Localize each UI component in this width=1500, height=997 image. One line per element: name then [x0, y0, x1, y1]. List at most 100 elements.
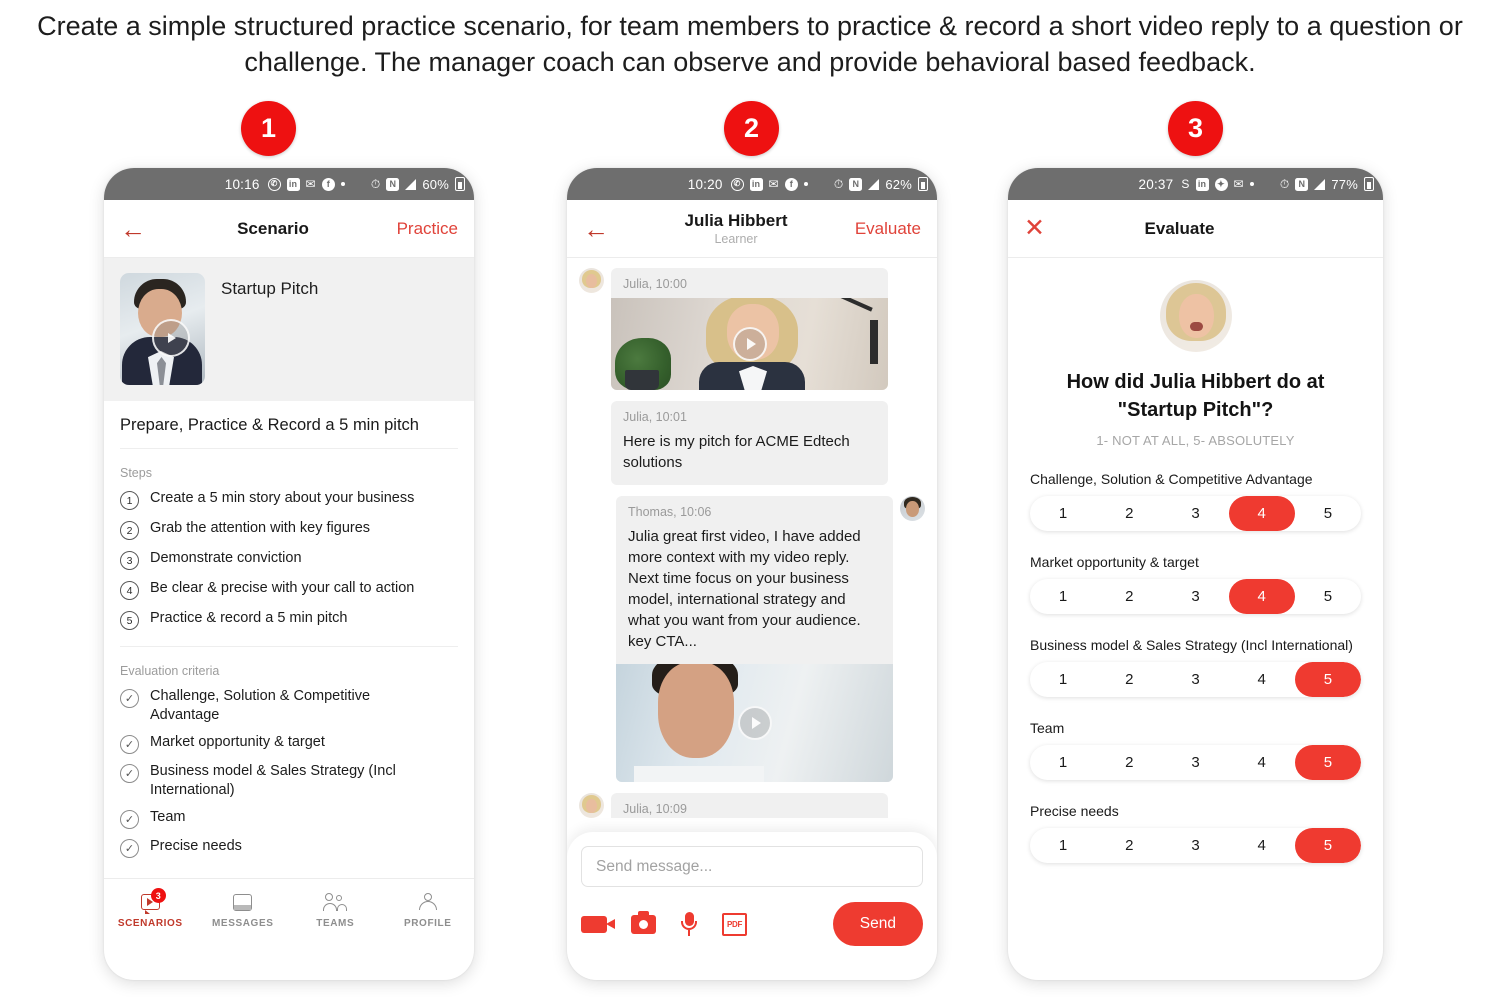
- rating-option-1[interactable]: 1: [1030, 662, 1096, 697]
- nfc-icon: N: [386, 177, 400, 191]
- play-icon[interactable]: [152, 319, 190, 357]
- rating-scale[interactable]: 1 2 3 4 5: [1030, 745, 1361, 780]
- play-icon[interactable]: [737, 706, 772, 740]
- criterion-text: Challenge, Solution & Competitive Advant…: [150, 688, 371, 723]
- practice-button[interactable]: Practice: [374, 219, 458, 239]
- back-button[interactable]: ←: [583, 216, 635, 242]
- avatar: [1159, 280, 1232, 352]
- rating-option-1[interactable]: 1: [1030, 496, 1096, 531]
- send-button[interactable]: Send: [832, 902, 923, 946]
- facebook-icon: f: [321, 177, 335, 191]
- evaluate-form: How did Julia Hibbert do at "Startup Pit…: [1008, 258, 1383, 863]
- criterion-text: Market opportunity & target: [150, 734, 325, 750]
- message-input[interactable]: [581, 846, 923, 887]
- tab-teams[interactable]: TEAMS: [289, 890, 382, 929]
- rating-scale[interactable]: 1 2 3 4 5: [1030, 662, 1361, 697]
- rating-option-1[interactable]: 1: [1030, 745, 1096, 780]
- scale-hint: 1- NOT AT ALL, 5- ABSOLUTELY: [1096, 433, 1295, 448]
- rating-option-3[interactable]: 3: [1162, 745, 1228, 780]
- step-text: Be clear & precise with your call to act…: [150, 580, 415, 596]
- video-icon[interactable]: [581, 915, 615, 933]
- rating-scale[interactable]: 1 2 3 4 5: [1030, 828, 1361, 863]
- chat-thread[interactable]: Julia, 10:00 Julia, 10:01 Here is my pit…: [567, 258, 937, 818]
- step-number: 3: [120, 551, 139, 570]
- rating-option-4[interactable]: 4: [1228, 579, 1295, 614]
- play-icon[interactable]: [732, 327, 767, 361]
- list-item: ✓ Team: [120, 808, 458, 829]
- video-thumbnail[interactable]: [616, 664, 893, 782]
- step-text: Practice & record a 5 min pitch: [150, 610, 348, 626]
- check-icon: ✓: [120, 735, 139, 754]
- message-bubble[interactable]: Julia, 10:09: [611, 793, 888, 818]
- rating-option-4[interactable]: 4: [1229, 662, 1295, 697]
- rating-option-3[interactable]: 3: [1162, 828, 1228, 863]
- pdf-icon[interactable]: PDF: [722, 912, 747, 936]
- list-item: ✓ Market opportunity & target: [120, 733, 458, 754]
- navbar-scenario: ← Scenario Practice: [104, 200, 474, 258]
- rating-option-4[interactable]: 4: [1228, 496, 1295, 531]
- messages-icon: [233, 893, 253, 911]
- video-thumbnail[interactable]: [611, 298, 888, 390]
- battery-icon: [1364, 177, 1374, 191]
- rating-option-5[interactable]: 5: [1295, 579, 1361, 614]
- tab-scenarios[interactable]: 3 SCENARIOS: [104, 888, 197, 929]
- rating-option-4[interactable]: 4: [1229, 745, 1295, 780]
- rating-option-2[interactable]: 2: [1096, 745, 1162, 780]
- tab-messages[interactable]: MESSAGES: [197, 890, 290, 929]
- tab-label: SCENARIOS: [117, 918, 183, 929]
- practice-label: Practice: [396, 218, 458, 238]
- rating-option-3[interactable]: 3: [1162, 662, 1228, 697]
- teams-icon: [323, 893, 348, 911]
- dot-icon: [1249, 182, 1254, 186]
- list-item: Julia, 10:01 Here is my pitch for ACME E…: [579, 401, 925, 485]
- check-icon: ✓: [120, 689, 139, 708]
- camera-icon[interactable]: [631, 910, 656, 934]
- close-button[interactable]: ✕: [1024, 216, 1076, 241]
- scenario-video-thumbnail[interactable]: [120, 273, 205, 385]
- rating-scale[interactable]: 1 2 3 4 5: [1030, 496, 1361, 531]
- rating-option-3[interactable]: 3: [1162, 496, 1228, 531]
- rating-scale[interactable]: 1 2 3 4 5: [1030, 579, 1361, 614]
- rating-option-2[interactable]: 2: [1096, 579, 1162, 614]
- check-icon: ✓: [120, 839, 139, 858]
- phone-evaluate: 20:37 S in ✦ ✉ ⏱ N 77% ✕ Evaluate How di…: [1008, 168, 1383, 980]
- rating-option-2[interactable]: 2: [1096, 828, 1162, 863]
- rating-option-5[interactable]: 5: [1294, 828, 1361, 863]
- gmail-icon: ✉: [1233, 177, 1244, 191]
- list-item: Julia, 10:09: [579, 793, 925, 818]
- skype-icon: S: [1181, 177, 1190, 191]
- rating-option-2[interactable]: 2: [1096, 496, 1162, 531]
- tab-profile[interactable]: PROFILE: [382, 890, 475, 929]
- rating-option-5[interactable]: 5: [1294, 662, 1361, 697]
- step-number: 1: [120, 491, 139, 510]
- avatar: [579, 268, 604, 293]
- back-button[interactable]: ←: [120, 216, 172, 242]
- profile-icon: [418, 893, 438, 911]
- bottom-navigation: 3 SCENARIOS MESSAGES TEAMS PROFILE: [104, 878, 474, 940]
- status-time: 10:20: [687, 176, 723, 192]
- rating-option-4[interactable]: 4: [1229, 828, 1295, 863]
- avatar: [579, 793, 604, 818]
- list-item: Thomas, 10:06 Julia great first video, I…: [579, 496, 925, 782]
- message-bubble[interactable]: Julia, 10:01 Here is my pitch for ACME E…: [611, 401, 888, 485]
- rating-option-1[interactable]: 1: [1030, 579, 1096, 614]
- evaluate-button[interactable]: Evaluate: [837, 219, 921, 239]
- scenario-header-card[interactable]: Startup Pitch: [104, 258, 474, 401]
- message-bubble[interactable]: Julia, 10:00: [611, 268, 888, 390]
- message-meta: Julia, 10:01: [623, 410, 687, 424]
- alarm-icon: ⏱: [833, 177, 844, 191]
- rating-option-3[interactable]: 3: [1162, 579, 1228, 614]
- rating-option-5[interactable]: 5: [1295, 496, 1361, 531]
- microphone-icon[interactable]: [680, 912, 698, 936]
- status-time: 10:16: [224, 176, 260, 192]
- list-item: 1 Create a 5 min story about your busine…: [120, 489, 458, 510]
- rating-option-2[interactable]: 2: [1096, 662, 1162, 697]
- status-bar-3: 20:37 S in ✦ ✉ ⏱ N 77%: [1008, 168, 1383, 200]
- step-number: 2: [120, 521, 139, 540]
- composer-actions: PDF Send: [581, 902, 923, 946]
- step-badge-1: 1: [241, 101, 296, 156]
- scenarios-badge-count: 3: [150, 888, 166, 903]
- rating-option-5[interactable]: 5: [1294, 745, 1361, 780]
- message-bubble[interactable]: Thomas, 10:06 Julia great first video, I…: [616, 496, 893, 782]
- rating-option-1[interactable]: 1: [1030, 828, 1096, 863]
